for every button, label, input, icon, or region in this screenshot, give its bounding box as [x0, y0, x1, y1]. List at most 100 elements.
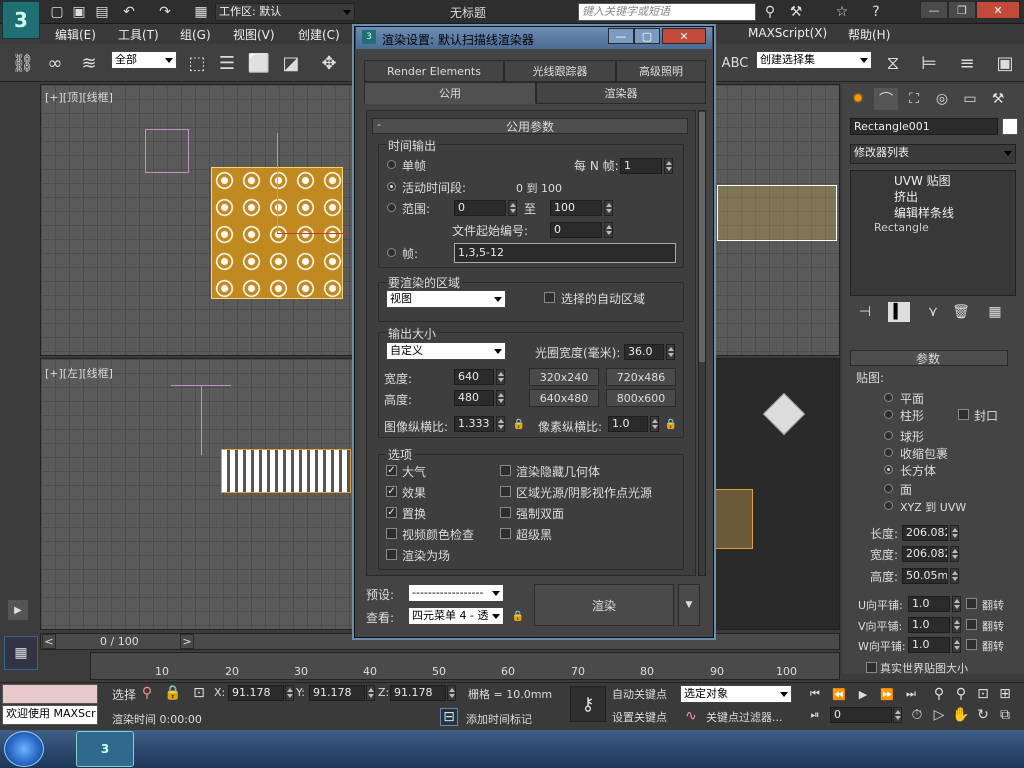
- maxscript-mini-listener[interactable]: 欢迎使用 MAXScr: [2, 705, 98, 725]
- render-to-fields-checkbox[interactable]: [386, 549, 397, 560]
- next-frame-icon[interactable]: ⏩: [878, 686, 896, 702]
- open-file-icon[interactable]: ▣: [70, 3, 88, 21]
- width-spinner[interactable]: [950, 546, 959, 562]
- timeline-prev-button[interactable]: <: [42, 634, 56, 649]
- w-tile-input[interactable]: 1.0: [908, 637, 950, 653]
- rect-selection-icon[interactable]: ⬜: [246, 50, 272, 76]
- lock-selection-icon[interactable]: 🔒: [164, 684, 182, 702]
- hierarchy-tab-icon[interactable]: ⛶: [902, 88, 926, 110]
- menu-create[interactable]: 创建(C): [298, 26, 340, 43]
- stack-item-extrude[interactable]: 挤出: [894, 188, 918, 205]
- undo-icon[interactable]: ↶: [118, 3, 140, 21]
- width-input[interactable]: 206.082: [902, 546, 948, 562]
- preset-720x486-button[interactable]: 720x486: [606, 368, 676, 386]
- dialog-scrollbar-thumb[interactable]: [699, 112, 705, 362]
- remove-modifier-icon[interactable]: 🗑: [950, 302, 972, 322]
- motion-tab-icon[interactable]: ◎: [930, 88, 954, 110]
- u-tile-input[interactable]: 1.0: [908, 596, 950, 612]
- preset-320x240-button[interactable]: 320x240: [529, 368, 599, 386]
- frames-input[interactable]: 1,3,5-12: [454, 243, 676, 263]
- start-button-icon[interactable]: [4, 731, 44, 767]
- dialog-close-button[interactable]: ✕: [662, 28, 706, 44]
- dialog-maximize-button[interactable]: ▢: [634, 28, 660, 44]
- w-tile-spinner[interactable]: [952, 637, 961, 653]
- render-options-dropdown[interactable]: ▼: [678, 584, 700, 626]
- viewport-layout-icon[interactable]: ▦: [4, 636, 38, 670]
- set-key-button[interactable]: 设置关键点: [612, 709, 667, 725]
- range-to-input[interactable]: 100: [550, 200, 602, 216]
- u-tile-spinner[interactable]: [952, 596, 961, 612]
- time-config-icon[interactable]: ⏱: [908, 707, 926, 723]
- new-file-icon[interactable]: ▢: [48, 3, 66, 21]
- mirror-icon[interactable]: ⧖: [880, 50, 906, 76]
- height-input[interactable]: 480: [454, 390, 494, 406]
- u-flip-checkbox[interactable]: [966, 598, 977, 609]
- v-tile-spinner[interactable]: [952, 617, 961, 633]
- play-small-icon[interactable]: ▶: [8, 600, 28, 620]
- x-coord-input[interactable]: 91.178: [228, 685, 284, 701]
- app-logo-icon[interactable]: 3: [2, 1, 40, 39]
- width-input[interactable]: 640: [454, 369, 494, 385]
- star-icon[interactable]: ☆: [832, 3, 852, 21]
- image-aspect-spinner[interactable]: [496, 416, 505, 432]
- stack-item-uvw[interactable]: UVW 贴图: [894, 172, 951, 189]
- aperture-input[interactable]: 36.0: [624, 344, 664, 360]
- range-from-spinner[interactable]: [508, 200, 517, 216]
- modifier-list-select[interactable]: 修改器列表: [850, 144, 1016, 164]
- pin-stack-icon[interactable]: ⊣: [854, 302, 876, 322]
- viewport-top[interactable]: [+][顶][线框]: [40, 84, 360, 356]
- stack-item-edit-spline[interactable]: 编辑样条线: [894, 204, 954, 221]
- create-tab-icon[interactable]: ✹: [846, 88, 870, 110]
- maximize-button[interactable]: ❐: [948, 1, 976, 19]
- render-button[interactable]: 渲染: [534, 584, 674, 626]
- workspace-select[interactable]: 工作区: 默认: [215, 3, 355, 21]
- height-input[interactable]: 50.05mm: [902, 568, 948, 584]
- viewport-front[interactable]: [712, 84, 840, 356]
- stack-item-rectangle[interactable]: Rectangle: [874, 221, 929, 234]
- minimize-button[interactable]: —: [920, 1, 948, 19]
- v-tile-input[interactable]: 1.0: [908, 617, 950, 633]
- length-input[interactable]: 206.082: [902, 525, 948, 541]
- layer-manager-icon[interactable]: ≡: [954, 50, 980, 76]
- menu-maxscript[interactable]: MAXScript(X): [748, 26, 827, 40]
- map-face-radio[interactable]: [884, 484, 893, 493]
- prev-frame-icon[interactable]: ⏪: [830, 686, 848, 702]
- edit-named-sets-icon[interactable]: ABC: [722, 50, 749, 76]
- tab-renderer[interactable]: 渲染器: [536, 82, 706, 104]
- utilities-tab-icon[interactable]: ⚒: [986, 88, 1010, 110]
- selected-object-front[interactable]: [717, 185, 837, 241]
- preset-select[interactable]: ------------------: [408, 584, 504, 602]
- file-number-spinner[interactable]: [604, 222, 613, 238]
- project-folder-icon[interactable]: ▦: [192, 3, 210, 21]
- play-icon[interactable]: ▶: [854, 686, 872, 702]
- aperture-spinner[interactable]: [666, 344, 675, 360]
- bind-spacewarp-icon[interactable]: ≋: [76, 50, 102, 76]
- help-icon[interactable]: ?: [866, 3, 886, 21]
- viewport-label-top[interactable]: [+][顶][线框]: [45, 89, 113, 105]
- named-selection-select[interactable]: 创建选择集: [756, 51, 872, 69]
- file-number-input[interactable]: 0: [550, 222, 602, 238]
- field-of-view-icon[interactable]: ▷: [930, 707, 948, 723]
- range-to-spinner[interactable]: [604, 200, 613, 216]
- menu-views[interactable]: 视图(V): [233, 26, 275, 43]
- y-coord-spinner[interactable]: [366, 685, 375, 701]
- modify-tab-icon[interactable]: ⌒: [874, 88, 898, 110]
- area-lights-checkbox[interactable]: [500, 486, 511, 497]
- frames-radio[interactable]: [387, 248, 396, 257]
- view-lock-icon[interactable]: 🔒: [510, 607, 526, 625]
- key-filter-icon[interactable]: ∿: [682, 707, 700, 725]
- pixel-aspect-lock-icon[interactable]: 🔒: [664, 416, 678, 432]
- range-radio[interactable]: [387, 203, 396, 212]
- every-n-spinner[interactable]: [664, 158, 673, 174]
- tab-raytracer[interactable]: 光线跟踪器: [504, 60, 616, 82]
- map-box-radio[interactable]: [884, 465, 893, 474]
- orbit-icon[interactable]: ↻: [974, 707, 992, 723]
- w-flip-checkbox[interactable]: [966, 639, 977, 650]
- tab-advanced-lighting[interactable]: 高级照明: [616, 60, 706, 82]
- binoculars-icon[interactable]: ⚲: [760, 3, 780, 21]
- close-button[interactable]: ✕: [976, 1, 1020, 19]
- displacement-checkbox[interactable]: ✓: [386, 507, 397, 518]
- atmospherics-checkbox[interactable]: ✓: [386, 465, 397, 476]
- menu-help[interactable]: 帮助(H): [848, 26, 890, 43]
- zoom-extents-all-icon[interactable]: ⊞: [996, 686, 1014, 702]
